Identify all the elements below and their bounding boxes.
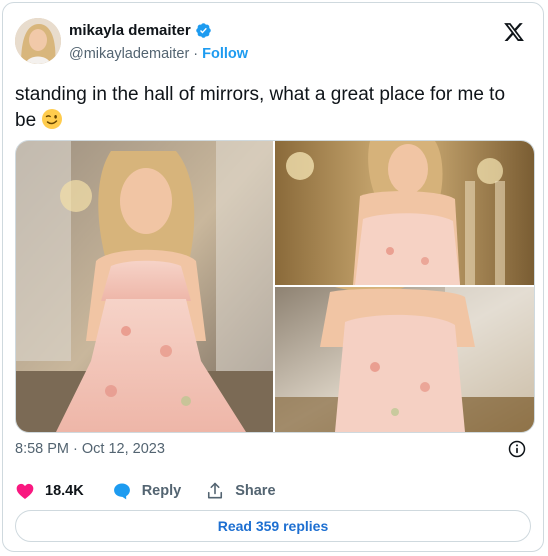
reply-button[interactable]: Reply (112, 481, 182, 501)
tweet-photo-2[interactable] (275, 141, 534, 285)
heart-icon (16, 483, 34, 499)
x-logo-icon[interactable] (503, 21, 525, 43)
share-label: Share (235, 483, 276, 499)
share-button[interactable]: Share (205, 481, 276, 501)
verified-badge-icon (195, 23, 211, 38)
share-icon (208, 482, 223, 499)
tweet-embed-card: mikayla demaiter @mikaylademaiter · Foll… (2, 2, 544, 552)
tweet-timestamp[interactable]: 8:58 PM · Oct 12, 2023 (15, 441, 165, 457)
separator-dot: · (193, 46, 199, 62)
reply-bubble-icon (113, 483, 130, 500)
read-replies-button[interactable]: Read 359 replies (15, 510, 531, 542)
author-display-name[interactable]: mikayla demaiter (69, 22, 191, 39)
like-count: 18.4K (45, 483, 84, 499)
follow-link[interactable]: Follow (202, 46, 248, 62)
info-icon[interactable] (507, 439, 527, 459)
tweet-text-body: standing in the hall of mirrors, what a … (15, 84, 506, 131)
tweet-media-grid (15, 140, 535, 433)
reply-label: Reply (141, 483, 182, 499)
winking-face-emoji-icon (42, 109, 63, 129)
author-handle[interactable]: @mikaylademaiter (69, 46, 189, 62)
tweet-photo-1[interactable] (16, 141, 273, 432)
tweet-actions: 18.4K Reply Share (15, 481, 276, 501)
tweet-photo-3[interactable] (275, 287, 534, 432)
tweet-text: standing in the hall of mirrors, what a … (15, 82, 525, 134)
author-avatar[interactable] (15, 18, 61, 64)
like-button[interactable]: 18.4K (15, 481, 84, 501)
